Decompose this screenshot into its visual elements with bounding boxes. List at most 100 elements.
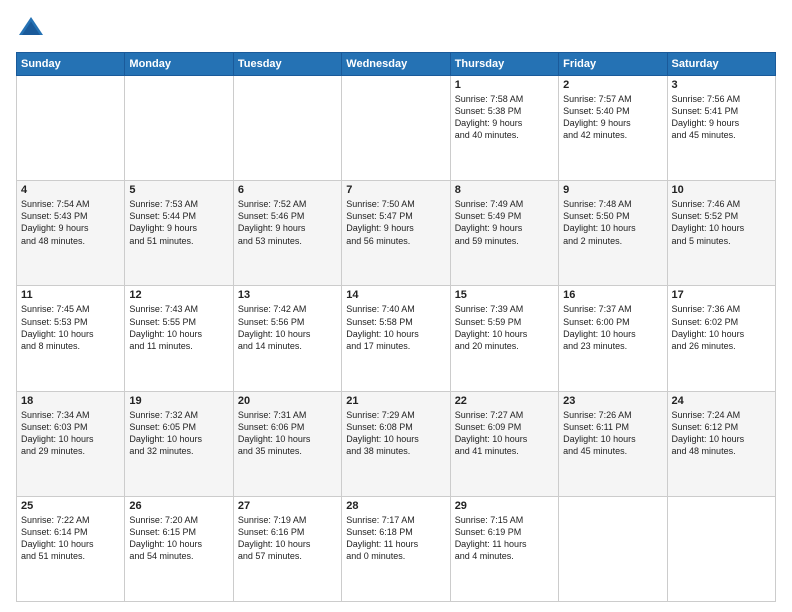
cell-content: Sunrise: 7:24 AM Sunset: 6:12 PM Dayligh… <box>672 409 771 458</box>
cell-content: Sunrise: 7:45 AM Sunset: 5:53 PM Dayligh… <box>21 303 120 352</box>
page: SundayMondayTuesdayWednesdayThursdayFrid… <box>0 0 792 612</box>
calendar-cell: 14 Sunrise: 7:40 AM Sunset: 5:58 PM Dayli… <box>342 286 450 391</box>
weekday-header-row: SundayMondayTuesdayWednesdayThursdayFrid… <box>17 53 776 76</box>
calendar-cell: 2 Sunrise: 7:57 AM Sunset: 5:40 PM Daylig… <box>559 76 667 181</box>
day-number: 29 <box>455 500 554 512</box>
day-number: 20 <box>238 395 337 407</box>
calendar-cell: 18 Sunrise: 7:34 AM Sunset: 6:03 PM Dayli… <box>17 391 125 496</box>
weekday-header-saturday: Saturday <box>667 53 775 76</box>
day-number: 26 <box>129 500 228 512</box>
cell-content: Sunrise: 7:43 AM Sunset: 5:55 PM Dayligh… <box>129 303 228 352</box>
calendar-cell: 6Sunrise: 7:52 AM Sunset: 5:46 PM Daylig… <box>233 181 341 286</box>
week-row-1: 1 Sunrise: 7:58 AM Sunset: 5:38 PM Daylig… <box>17 76 776 181</box>
calendar-cell: 22 Sunrise: 7:27 AM Sunset: 6:09 PM Dayli… <box>450 391 558 496</box>
day-number: 22 <box>455 395 554 407</box>
day-number: 28 <box>346 500 445 512</box>
cell-content: Sunrise: 7:19 AM Sunset: 6:16 PM Dayligh… <box>238 514 337 563</box>
calendar-cell: 20 Sunrise: 7:31 AM Sunset: 6:06 PM Dayli… <box>233 391 341 496</box>
weekday-header-wednesday: Wednesday <box>342 53 450 76</box>
day-number: 5 <box>129 184 228 196</box>
calendar-cell <box>125 76 233 181</box>
calendar-cell: 10 Sunrise: 7:46 AM Sunset: 5:52 PM Dayli… <box>667 181 775 286</box>
cell-content: Sunrise: 7:15 AM Sunset: 6:19 PM Dayligh… <box>455 514 554 563</box>
logo-icon <box>16 14 46 44</box>
cell-content: Sunrise: 7:26 AM Sunset: 6:11 PM Dayligh… <box>563 409 662 458</box>
calendar-cell: 9 Sunrise: 7:48 AM Sunset: 5:50 PM Daylig… <box>559 181 667 286</box>
weekday-header-thursday: Thursday <box>450 53 558 76</box>
day-number: 14 <box>346 289 445 301</box>
calendar-cell: 27 Sunrise: 7:19 AM Sunset: 6:16 PM Dayli… <box>233 496 341 601</box>
cell-content: Sunrise: 7:36 AM Sunset: 6:02 PM Dayligh… <box>672 303 771 352</box>
calendar-cell: 3Sunrise: 7:56 AM Sunset: 5:41 PM Daylig… <box>667 76 775 181</box>
day-number: 9 <box>563 184 662 196</box>
day-number: 8 <box>455 184 554 196</box>
calendar-cell: 8 Sunrise: 7:49 AM Sunset: 5:49 PM Daylig… <box>450 181 558 286</box>
calendar-cell: 25 Sunrise: 7:22 AM Sunset: 6:14 PM Dayli… <box>17 496 125 601</box>
cell-content: Sunrise: 7:29 AM Sunset: 6:08 PM Dayligh… <box>346 409 445 458</box>
cell-content: Sunrise: 7:46 AM Sunset: 5:52 PM Dayligh… <box>672 198 771 247</box>
weekday-header-tuesday: Tuesday <box>233 53 341 76</box>
cell-content: Sunrise: 7:39 AM Sunset: 5:59 PM Dayligh… <box>455 303 554 352</box>
cell-content: Sunrise: 7:22 AM Sunset: 6:14 PM Dayligh… <box>21 514 120 563</box>
day-number: 4 <box>21 184 120 196</box>
day-number: 18 <box>21 395 120 407</box>
calendar-cell <box>559 496 667 601</box>
logo <box>16 14 50 44</box>
day-number: 2 <box>563 79 662 91</box>
calendar-cell: 15 Sunrise: 7:39 AM Sunset: 5:59 PM Dayli… <box>450 286 558 391</box>
day-number: 11 <box>21 289 120 301</box>
cell-content: Sunrise: 7:27 AM Sunset: 6:09 PM Dayligh… <box>455 409 554 458</box>
cell-content: Sunrise: 7:49 AM Sunset: 5:49 PM Dayligh… <box>455 198 554 247</box>
cell-content: Sunrise: 7:52 AM Sunset: 5:46 PM Dayligh… <box>238 198 337 247</box>
day-number: 12 <box>129 289 228 301</box>
day-number: 1 <box>455 79 554 91</box>
cell-content: Sunrise: 7:56 AM Sunset: 5:41 PM Dayligh… <box>672 93 771 142</box>
cell-content: Sunrise: 7:37 AM Sunset: 6:00 PM Dayligh… <box>563 303 662 352</box>
cell-content: Sunrise: 7:48 AM Sunset: 5:50 PM Dayligh… <box>563 198 662 247</box>
day-number: 23 <box>563 395 662 407</box>
day-number: 17 <box>672 289 771 301</box>
calendar: SundayMondayTuesdayWednesdayThursdayFrid… <box>16 52 776 602</box>
calendar-cell: 29 Sunrise: 7:15 AM Sunset: 6:19 PM Dayli… <box>450 496 558 601</box>
day-number: 21 <box>346 395 445 407</box>
day-number: 24 <box>672 395 771 407</box>
weekday-header-sunday: Sunday <box>17 53 125 76</box>
calendar-cell: 4 Sunrise: 7:54 AM Sunset: 5:43 PM Daylig… <box>17 181 125 286</box>
cell-content: Sunrise: 7:57 AM Sunset: 5:40 PM Dayligh… <box>563 93 662 142</box>
day-number: 25 <box>21 500 120 512</box>
week-row-3: 11 Sunrise: 7:45 AM Sunset: 5:53 PM Dayli… <box>17 286 776 391</box>
day-number: 27 <box>238 500 337 512</box>
calendar-cell: 19Sunrise: 7:32 AM Sunset: 6:05 PM Dayli… <box>125 391 233 496</box>
calendar-cell: 28 Sunrise: 7:17 AM Sunset: 6:18 PM Dayli… <box>342 496 450 601</box>
cell-content: Sunrise: 7:31 AM Sunset: 6:06 PM Dayligh… <box>238 409 337 458</box>
week-row-5: 25 Sunrise: 7:22 AM Sunset: 6:14 PM Dayli… <box>17 496 776 601</box>
calendar-cell: 21 Sunrise: 7:29 AM Sunset: 6:08 PM Dayli… <box>342 391 450 496</box>
cell-content: Sunrise: 7:53 AM Sunset: 5:44 PM Dayligh… <box>129 198 228 247</box>
calendar-cell <box>17 76 125 181</box>
calendar-cell: 17 Sunrise: 7:36 AM Sunset: 6:02 PM Dayli… <box>667 286 775 391</box>
day-number: 15 <box>455 289 554 301</box>
calendar-cell: 23 Sunrise: 7:26 AM Sunset: 6:11 PM Dayli… <box>559 391 667 496</box>
calendar-cell <box>342 76 450 181</box>
calendar-cell: 13Sunrise: 7:42 AM Sunset: 5:56 PM Dayli… <box>233 286 341 391</box>
calendar-cell: 11 Sunrise: 7:45 AM Sunset: 5:53 PM Dayli… <box>17 286 125 391</box>
cell-content: Sunrise: 7:54 AM Sunset: 5:43 PM Dayligh… <box>21 198 120 247</box>
day-number: 10 <box>672 184 771 196</box>
calendar-cell: 7 Sunrise: 7:50 AM Sunset: 5:47 PM Daylig… <box>342 181 450 286</box>
day-number: 7 <box>346 184 445 196</box>
week-row-2: 4 Sunrise: 7:54 AM Sunset: 5:43 PM Daylig… <box>17 181 776 286</box>
cell-content: Sunrise: 7:58 AM Sunset: 5:38 PM Dayligh… <box>455 93 554 142</box>
day-number: 13 <box>238 289 337 301</box>
cell-content: Sunrise: 7:40 AM Sunset: 5:58 PM Dayligh… <box>346 303 445 352</box>
calendar-cell: 24 Sunrise: 7:24 AM Sunset: 6:12 PM Dayli… <box>667 391 775 496</box>
calendar-cell: 12 Sunrise: 7:43 AM Sunset: 5:55 PM Dayli… <box>125 286 233 391</box>
cell-content: Sunrise: 7:17 AM Sunset: 6:18 PM Dayligh… <box>346 514 445 563</box>
calendar-cell <box>667 496 775 601</box>
calendar-cell <box>233 76 341 181</box>
header <box>16 14 776 44</box>
cell-content: Sunrise: 7:34 AM Sunset: 6:03 PM Dayligh… <box>21 409 120 458</box>
cell-content: Sunrise: 7:20 AM Sunset: 6:15 PM Dayligh… <box>129 514 228 563</box>
weekday-header-friday: Friday <box>559 53 667 76</box>
day-number: 16 <box>563 289 662 301</box>
cell-content: Sunrise: 7:50 AM Sunset: 5:47 PM Dayligh… <box>346 198 445 247</box>
